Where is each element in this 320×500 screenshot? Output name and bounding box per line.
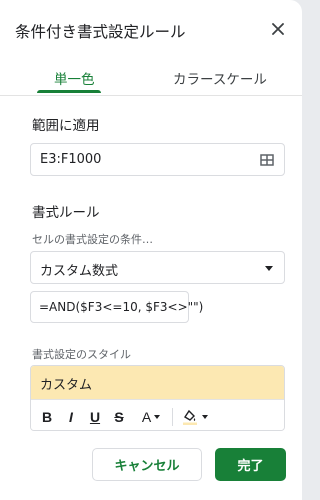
chevron-down-icon bbox=[154, 415, 161, 419]
tab-bar: 単一色 カラースケール bbox=[0, 62, 302, 96]
close-icon[interactable] bbox=[268, 19, 288, 39]
style-toolbar: B I U S A bbox=[31, 399, 284, 430]
chevron-down-icon[interactable] bbox=[265, 266, 273, 271]
conditional-format-panel: 条件付き書式設定ルール 単一色 カラースケール 範囲に適用 E3:F1000 書… bbox=[0, 0, 302, 500]
strikethrough-button[interactable]: S bbox=[112, 407, 126, 427]
condition-value[interactable]: カスタム数式 bbox=[40, 260, 118, 279]
formula-value[interactable]: =AND($F3<=10, $F3<>"") bbox=[39, 300, 203, 314]
text-color-button[interactable]: A bbox=[137, 407, 165, 427]
condition-select[interactable]: カスタム数式 bbox=[30, 251, 285, 284]
format-style-box: カスタム B I U S A bbox=[30, 365, 285, 431]
italic-button[interactable]: I bbox=[64, 407, 78, 427]
done-button[interactable]: 完了 bbox=[215, 448, 286, 481]
divider bbox=[0, 95, 302, 96]
style-preview[interactable]: カスタム bbox=[31, 366, 284, 399]
apply-range-label: 範囲に適用 bbox=[32, 118, 100, 134]
grid-select-icon[interactable] bbox=[259, 152, 275, 168]
text-color-icon: A bbox=[141, 409, 152, 425]
bold-button[interactable]: B bbox=[40, 407, 54, 427]
format-rules-heading: 書式ルール bbox=[32, 205, 100, 221]
format-style-label: 書式設定のスタイル bbox=[32, 348, 131, 361]
fill-color-icon bbox=[182, 409, 197, 425]
condition-label: セルの書式設定の条件… bbox=[32, 233, 153, 246]
toolbar-separator bbox=[172, 408, 173, 426]
custom-formula-input[interactable]: =AND($F3<=10, $F3<>"") bbox=[30, 291, 203, 323]
fill-color-button[interactable] bbox=[179, 407, 209, 427]
cancel-button[interactable]: キャンセル bbox=[92, 448, 202, 481]
panel-title: 条件付き書式設定ルール bbox=[15, 23, 186, 41]
chevron-down-icon bbox=[201, 415, 208, 419]
tab-single-color[interactable]: 単一色 bbox=[54, 68, 95, 88]
tab-color-scale[interactable]: カラースケール bbox=[173, 68, 267, 88]
range-value[interactable]: E3:F1000 bbox=[40, 152, 101, 167]
underline-button[interactable]: U bbox=[88, 407, 102, 427]
active-tab-indicator bbox=[37, 90, 101, 93]
style-preview-text: カスタム bbox=[40, 378, 93, 393]
range-input[interactable]: E3:F1000 bbox=[30, 143, 285, 176]
